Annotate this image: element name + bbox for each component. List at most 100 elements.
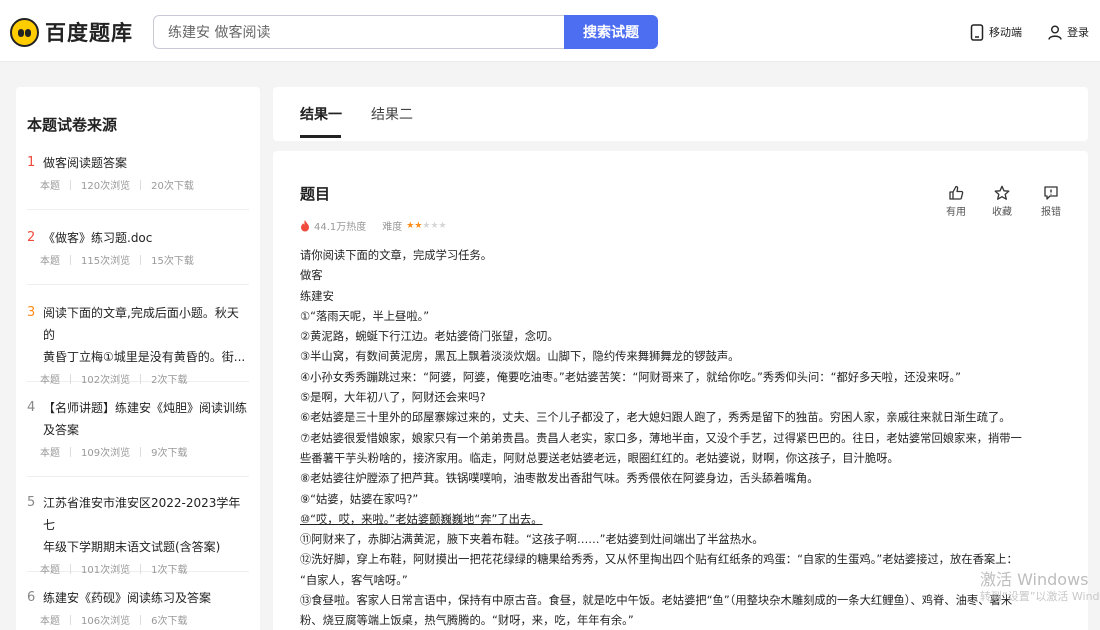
body-line: ⑧老姑婆往炉膛添了把芦萁。铁锅噗噗响，油枣散发出香甜气味。秀秀偎依在阿婆身边，舌…	[300, 472, 819, 486]
body-line: ③半山窝，有数间黄泥房，黑瓦上飘着淡淡炊烟。山脚下，隐约传来舞狮舞龙的锣鼓声。	[300, 350, 740, 364]
question-body: 请你阅读下面的文章，完成学习任务。 做客 练建安 ①“落雨天呢，半上昼啦。” ②…	[300, 246, 1070, 630]
login-label: 登录	[1067, 26, 1089, 39]
question-card: 题目 44.1万热度 难度 ★★★★★ 有用 收藏 报错 请你阅读下面的文章，完…	[273, 151, 1088, 630]
source-views: 102次浏览	[81, 375, 131, 386]
body-line: ⑨“姑婆，姑婆在家吗?”	[300, 492, 419, 506]
question-meta: 44.1万热度 难度 ★★★★★	[300, 218, 447, 233]
body-line: ⑥老姑婆是三十里外的邱屋寨嫁过来的，丈夫、三个儿子都没了，老大媳妇跟人跑了，秀秀…	[300, 411, 1011, 425]
source-item[interactable]: 3 阅读下面的文章,完成后面小题。秋天的 黄昏丁立梅①城里是没有黄昏的。街... …	[27, 302, 249, 386]
sidebar-title: 本题试卷来源	[27, 116, 118, 134]
top-header: 百度题库 搜索试题 移动端 登录	[0, 0, 1100, 62]
body-line: ①“落雨天呢，半上昼啦。”	[300, 309, 430, 323]
user-icon	[1048, 25, 1062, 40]
source-downloads: 2次下载	[151, 375, 188, 386]
login-link[interactable]: 登录	[1048, 22, 1089, 42]
source-title[interactable]: 【名师讲题】练建安《炖胆》阅读训练 及答案	[43, 397, 247, 441]
source-tag: 本题	[40, 565, 60, 576]
star-icon	[994, 185, 1010, 200]
star-empty-icon: ★★★	[422, 220, 447, 231]
body-line: ④小孙女秀秀蹦跳过来：“阿婆，阿婆，俺要吃油枣。”老姑婆苦笑：“阿财哥来了，就给…	[300, 370, 961, 384]
source-tag: 本题	[40, 616, 60, 627]
source-meta: 本题 109次浏览 9次下载	[40, 444, 249, 459]
difficulty-stars: ★★★★★	[406, 221, 446, 231]
source-tag: 本题	[40, 448, 60, 459]
source-downloads: 9次下载	[151, 448, 188, 459]
heat-value: 44.1万热度	[314, 222, 367, 233]
search-input[interactable]	[153, 15, 565, 49]
active-tab-indicator	[300, 135, 341, 138]
body-line: 请你阅读下面的文章，完成学习任务。	[300, 249, 493, 262]
source-title[interactable]: 江苏省淮安市淮安区2022-2023学年七 年级下学期期末语文试题(含答案)	[43, 492, 249, 558]
useful-label: 有用	[946, 207, 966, 218]
source-tag: 本题	[40, 181, 60, 192]
source-views: 106次浏览	[81, 616, 131, 627]
favorite-button[interactable]: 收藏	[985, 185, 1019, 218]
body-line: 做客	[300, 269, 323, 283]
source-rank: 1	[27, 155, 36, 170]
star-filled-icon: ★★	[406, 220, 423, 231]
source-rank: 5	[27, 495, 36, 510]
windows-activation-hint: 转到“设置”以激活 Windows。	[980, 590, 1100, 603]
thumbs-up-icon	[949, 185, 964, 200]
body-line: ②黄泥路，蜿蜒下行江边。老姑婆倚门张望，念叨。	[300, 330, 559, 344]
body-line: ⑫洗好脚，穿上布鞋，阿财摸出一把花花绿绿的糖果给秀秀，又从怀里掏出四个贴有红纸条…	[300, 553, 1018, 567]
source-rank: 2	[27, 230, 36, 245]
mobile-link[interactable]: 移动端	[970, 22, 1022, 42]
logo-mascot-icon	[10, 17, 39, 47]
source-meta: 本题 106次浏览 6次下载	[40, 612, 249, 627]
source-title[interactable]: 阅读下面的文章,完成后面小题。秋天的 黄昏丁立梅①城里是没有黄昏的。街...	[43, 302, 249, 368]
source-downloads: 1次下载	[151, 565, 188, 576]
source-tag: 本题	[40, 375, 60, 386]
source-downloads: 20次下载	[151, 181, 194, 192]
site-logo[interactable]: 百度题库	[10, 15, 133, 49]
tab-result-2[interactable]: 结果二	[371, 104, 413, 124]
source-rank: 4	[27, 400, 36, 415]
source-rank: 3	[27, 305, 36, 320]
source-item[interactable]: 4 【名师讲题】练建安《炖胆》阅读训练 及答案 本题 109次浏览 9次下载	[27, 397, 249, 477]
source-downloads: 6次下载	[151, 616, 188, 627]
tab-result-1[interactable]: 结果一	[300, 104, 342, 124]
question-title: 题目	[300, 185, 331, 203]
source-item[interactable]: 1 做客阅读题答案 本题 120次浏览 20次下载	[27, 152, 249, 210]
source-views: 109次浏览	[81, 448, 131, 459]
source-title[interactable]: 练建安《药砚》阅读练习及答案	[43, 587, 211, 609]
body-line: 练建安	[300, 289, 334, 303]
source-views: 120次浏览	[81, 181, 131, 192]
report-button[interactable]: 报错	[1034, 185, 1068, 218]
body-line: ⑬食昼啦。客家人日常言语中，保持有中原古音。食昼，就是吃中午饭。老姑婆把“鱼”（…	[300, 594, 1013, 608]
body-line: “自家人，客气啥呀。”	[300, 573, 408, 587]
report-icon	[1044, 186, 1058, 200]
body-line-underlined: ⑩“哎，哎，来啦。”老姑婆颤巍巍地“奔”了出去。	[300, 512, 543, 526]
source-meta: 本题 101次浏览 1次下载	[40, 561, 249, 576]
logo-text: 百度题库	[45, 21, 133, 45]
source-tag: 本题	[40, 256, 60, 267]
source-title[interactable]: 《做客》练习题.doc	[43, 227, 152, 249]
source-item[interactable]: 2 《做客》练习题.doc 本题 115次浏览 15次下载	[27, 227, 249, 285]
source-item[interactable]: 5 江苏省淮安市淮安区2022-2023学年七 年级下学期期末语文试题(含答案) …	[27, 492, 249, 576]
mobile-label: 移动端	[989, 26, 1022, 39]
body-line: ⑤是啊，大年初八了，阿财还会来吗?	[300, 391, 486, 405]
report-label: 报错	[1041, 207, 1061, 218]
windows-activation-watermark: 激活 Windows	[980, 570, 1089, 589]
phone-icon	[970, 23, 984, 41]
body-line: ⑪阿财来了，赤脚沾满黄泥，腋下夹着布鞋。“这孩子啊……”老姑婆到灶间端出了半盆热…	[300, 533, 764, 547]
fire-icon	[301, 219, 309, 231]
useful-button[interactable]: 有用	[939, 185, 973, 218]
result-tabs: 结果一 结果二	[273, 87, 1088, 141]
difficulty-label: 难度	[382, 222, 403, 233]
source-meta: 本题 120次浏览 20次下载	[40, 177, 249, 192]
body-line: 些番薯干芋头粉啥的，接济家用。临走，阿财总要送老姑婆老远，眼圈红红的。老姑婆说，…	[300, 451, 899, 465]
body-line: 粉、烧豆腐等端上饭桌，热气腾腾的。“财呀，来，吃，年年有余。”	[300, 614, 634, 628]
search-button[interactable]: 搜索试题	[564, 15, 658, 49]
source-title[interactable]: 做客阅读题答案	[43, 152, 127, 174]
source-item[interactable]: 6 练建安《药砚》阅读练习及答案 本题 106次浏览 6次下载	[27, 587, 249, 630]
source-meta: 本题 115次浏览 15次下载	[40, 252, 249, 267]
source-downloads: 15次下载	[151, 256, 194, 267]
source-rank: 6	[27, 590, 36, 605]
source-sidebar: 本题试卷来源 1 做客阅读题答案 本题 120次浏览 20次下载 2 《做客》练…	[16, 87, 260, 630]
source-views: 115次浏览	[81, 256, 131, 267]
body-line: ⑦老姑婆很爱惜娘家，娘家只有一个弟弟贵昌。贵昌人老实，家口多，薄地半亩，又没个手…	[300, 431, 1022, 445]
favorite-label: 收藏	[992, 207, 1012, 218]
source-views: 101次浏览	[81, 565, 131, 576]
source-meta: 本题 102次浏览 2次下载	[40, 371, 249, 386]
